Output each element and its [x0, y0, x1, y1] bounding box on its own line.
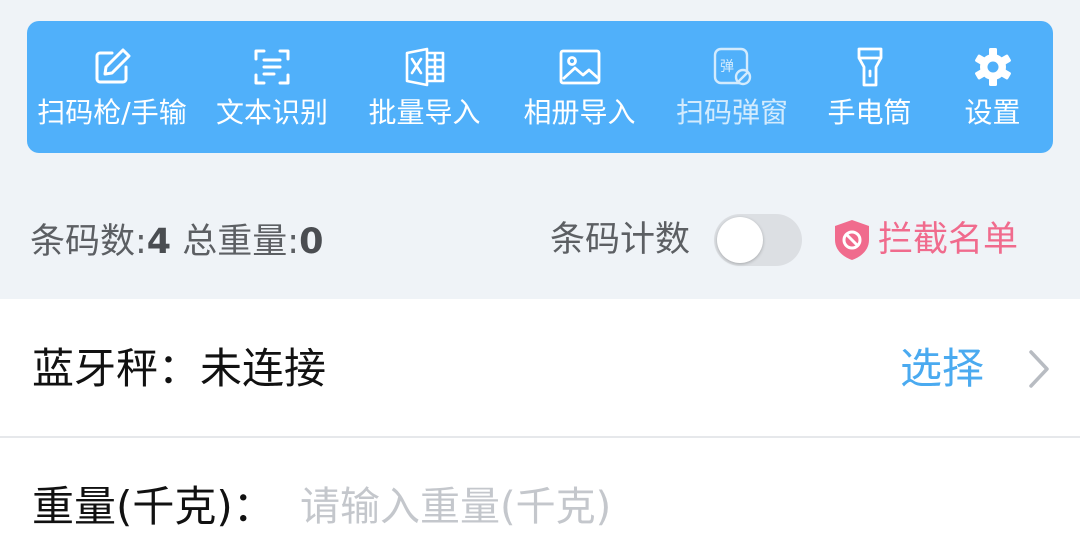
blocklist-label: 拦截名单: [878, 220, 1019, 260]
excel-import-icon: [403, 45, 447, 89]
text-scan-icon: [250, 45, 294, 89]
barcode-count-toggle-label: 条码计数: [550, 220, 691, 260]
svg-text:弹: 弹: [720, 59, 734, 75]
toolbar: 扫码枪/手输 文本识别 批量导入 相册导入 弹 扫码弹窗 手电筒 设置: [27, 21, 1053, 153]
gear-icon: [971, 45, 1015, 89]
barcode-summary: 条码数:4 总重量:0: [30, 220, 323, 264]
tool-batch-import[interactable]: 批量导入: [347, 21, 502, 153]
shield-block-icon: [835, 220, 869, 260]
pencil-edit-icon: [90, 45, 134, 89]
divider: [0, 436, 1080, 438]
tool-scan-popup[interactable]: 弹 扫码弹窗: [657, 21, 807, 153]
tool-scan-manual[interactable]: 扫码枪/手输: [27, 21, 197, 153]
tool-album-import[interactable]: 相册导入: [502, 21, 657, 153]
bluetooth-scale-field: 蓝牙秤：未连接: [32, 342, 326, 396]
popup-block-icon: 弹: [710, 45, 754, 89]
barcode-count-toggle[interactable]: [714, 214, 802, 266]
select-scale-button[interactable]: 选择: [900, 342, 984, 396]
flashlight-icon: [848, 45, 892, 89]
tool-label: 文本识别: [215, 96, 328, 129]
toggle-knob: [717, 217, 763, 263]
tool-settings[interactable]: 设置: [932, 21, 1053, 153]
tool-label: 扫码枪/手输: [37, 96, 187, 129]
total-weight-value: 0: [299, 222, 324, 262]
total-weight-label: 总重量:: [182, 222, 300, 262]
chevron-right-icon[interactable]: [1025, 348, 1053, 390]
tool-label: 手电筒: [827, 96, 912, 129]
bluetooth-status: 未连接: [200, 344, 327, 393]
weight-label: 重量(千克)：: [32, 482, 275, 531]
tool-label: 相册导入: [523, 96, 636, 129]
barcode-count-value: 4: [146, 222, 172, 262]
barcode-count-label: 条码数:: [30, 222, 147, 262]
tool-label: 批量导入: [368, 96, 481, 129]
tool-label: 扫码弹窗: [675, 96, 788, 129]
tool-text-recognition[interactable]: 文本识别: [197, 21, 347, 153]
blocklist-button[interactable]: 拦截名单: [832, 216, 1018, 264]
tool-flashlight[interactable]: 手电筒: [807, 21, 932, 153]
image-icon: [558, 45, 602, 89]
tool-label: 设置: [964, 96, 1021, 129]
weight-input[interactable]: [300, 478, 1040, 536]
bluetooth-scale-label: 蓝牙秤：: [32, 344, 201, 393]
